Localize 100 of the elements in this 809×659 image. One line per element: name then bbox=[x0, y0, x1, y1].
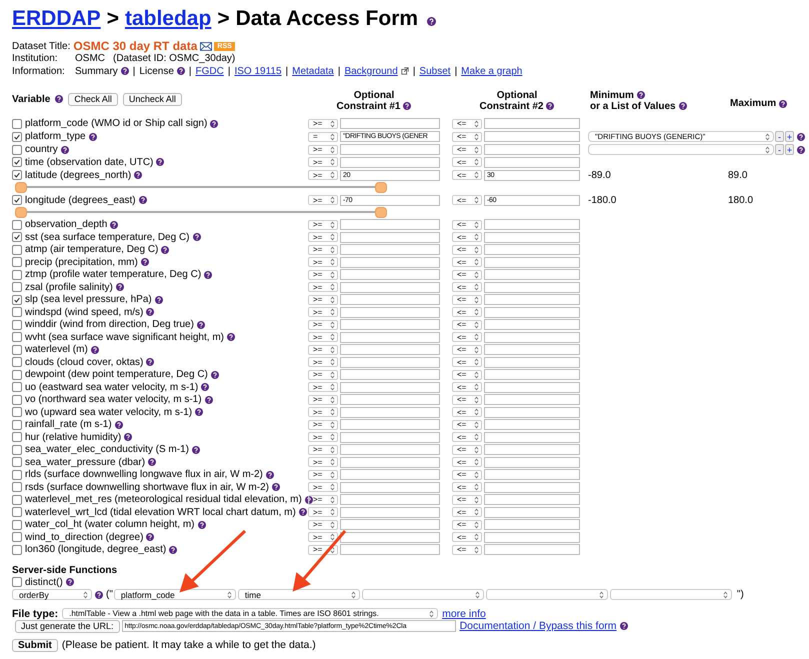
constraint-field[interactable] bbox=[484, 394, 580, 406]
info-link[interactable]: Metadata bbox=[292, 66, 334, 77]
operator-select[interactable]: >= bbox=[308, 370, 338, 380]
constraint-field[interactable] bbox=[484, 419, 580, 430]
constraint-field[interactable] bbox=[484, 369, 580, 380]
operator-select[interactable]: >= bbox=[308, 507, 338, 518]
operator-select[interactable]: <= bbox=[452, 420, 482, 430]
checkbox[interactable] bbox=[12, 382, 22, 392]
checkbox[interactable] bbox=[12, 544, 22, 555]
help-icon[interactable] bbox=[198, 520, 206, 529]
checkbox[interactable] bbox=[12, 470, 22, 480]
operator-select[interactable]: <= bbox=[452, 494, 482, 505]
operator-select[interactable]: >= bbox=[308, 294, 338, 305]
help-icon[interactable] bbox=[226, 333, 235, 342]
constraint-field[interactable] bbox=[484, 118, 580, 130]
breadcrumb-link[interactable]: tabledap bbox=[124, 7, 212, 31]
operator-select[interactable]: <= bbox=[452, 357, 482, 368]
operator-select[interactable]: <= bbox=[452, 170, 482, 180]
constraint-field[interactable] bbox=[484, 544, 580, 556]
checkbox[interactable] bbox=[12, 344, 22, 355]
operator-select[interactable]: <= bbox=[452, 482, 482, 492]
constraint-field[interactable] bbox=[340, 444, 440, 456]
checkbox[interactable] bbox=[12, 370, 22, 380]
help-icon[interactable] bbox=[210, 370, 219, 379]
info-link[interactable]: ISO 19115 bbox=[234, 66, 282, 77]
checkbox[interactable] bbox=[12, 532, 22, 542]
operator-select[interactable]: <= bbox=[452, 520, 482, 530]
checkbox[interactable] bbox=[12, 257, 22, 268]
constraint-field[interactable] bbox=[484, 506, 580, 518]
constraint-field[interactable] bbox=[340, 219, 440, 230]
generate-url-button[interactable]: Just generate the URL: bbox=[15, 620, 120, 633]
operator-select[interactable]: >= bbox=[308, 157, 338, 168]
help-icon[interactable] bbox=[156, 158, 164, 166]
constraint-field[interactable] bbox=[340, 156, 440, 168]
constraint-field[interactable] bbox=[340, 382, 440, 393]
help-icon[interactable] bbox=[148, 458, 156, 466]
slider-handle[interactable] bbox=[15, 207, 27, 218]
constraint-field[interactable] bbox=[340, 306, 440, 318]
more-info-link[interactable]: more info bbox=[442, 608, 486, 620]
constraint-field[interactable] bbox=[484, 219, 580, 230]
checkbox[interactable] bbox=[12, 577, 22, 588]
help-icon[interactable] bbox=[546, 102, 554, 110]
help-icon[interactable] bbox=[196, 320, 205, 329]
help-icon[interactable] bbox=[60, 146, 69, 154]
operator-select[interactable]: <= bbox=[452, 257, 482, 268]
operator-select[interactable]: >= bbox=[308, 520, 338, 530]
plus-button[interactable]: + bbox=[785, 144, 794, 155]
constraint-field[interactable] bbox=[340, 332, 440, 343]
envelope-icon[interactable] bbox=[200, 42, 212, 51]
help-icon[interactable] bbox=[90, 346, 99, 354]
help-icon[interactable] bbox=[678, 102, 687, 110]
help-icon[interactable] bbox=[201, 383, 210, 392]
constraint-field[interactable] bbox=[340, 406, 440, 418]
operator-select[interactable]: <= bbox=[452, 144, 482, 154]
constraint-field[interactable] bbox=[484, 282, 580, 293]
operator-select[interactable]: <= bbox=[452, 470, 482, 480]
help-icon[interactable] bbox=[210, 120, 218, 128]
operator-select[interactable]: <= bbox=[452, 332, 482, 342]
operator-select[interactable]: >= bbox=[308, 407, 338, 418]
operator-select[interactable]: <= bbox=[452, 132, 482, 142]
checkbox[interactable] bbox=[12, 195, 22, 205]
info-link[interactable]: Subset bbox=[419, 66, 451, 77]
constraint-field[interactable] bbox=[484, 382, 580, 393]
function-select[interactable]: orderBy bbox=[12, 589, 92, 600]
operator-select[interactable]: >= bbox=[308, 357, 338, 368]
range-slider[interactable] bbox=[15, 207, 387, 218]
operator-select[interactable]: <= bbox=[452, 307, 482, 318]
operator-select[interactable]: >= bbox=[308, 457, 338, 468]
plus-button[interactable]: + bbox=[785, 131, 794, 142]
operator-select[interactable]: <= bbox=[452, 320, 482, 330]
variable-select[interactable]: time bbox=[238, 589, 360, 600]
help-icon[interactable] bbox=[146, 533, 154, 542]
checkbox[interactable] bbox=[12, 232, 22, 242]
constraint-field[interactable] bbox=[340, 394, 440, 406]
minus-button[interactable]: - bbox=[775, 144, 784, 155]
constraint-field[interactable] bbox=[340, 256, 440, 268]
operator-select[interactable]: >= bbox=[308, 282, 338, 292]
checkbox[interactable] bbox=[12, 482, 22, 492]
help-icon[interactable] bbox=[195, 408, 204, 416]
help-icon[interactable] bbox=[779, 100, 788, 108]
operator-select[interactable]: <= bbox=[452, 220, 482, 230]
constraint-field[interactable] bbox=[484, 232, 580, 243]
constraint-field[interactable] bbox=[484, 131, 580, 142]
checkbox[interactable] bbox=[12, 420, 22, 430]
help-icon[interactable] bbox=[169, 546, 178, 554]
help-icon[interactable] bbox=[272, 483, 280, 492]
help-icon[interactable] bbox=[124, 433, 132, 442]
help-icon[interactable] bbox=[140, 258, 149, 266]
help-icon[interactable] bbox=[204, 270, 212, 279]
help-icon[interactable] bbox=[161, 246, 170, 254]
slider-handle[interactable] bbox=[375, 207, 387, 218]
help-icon[interactable] bbox=[797, 132, 805, 140]
operator-select[interactable]: >= bbox=[308, 320, 338, 330]
constraint-field[interactable] bbox=[340, 269, 440, 280]
constraint-field[interactable] bbox=[484, 306, 580, 318]
constraint-field[interactable] bbox=[340, 519, 440, 530]
checkbox[interactable] bbox=[12, 170, 22, 180]
documentation-link[interactable]: Documentation / Bypass this form bbox=[460, 620, 617, 632]
constraint-field[interactable] bbox=[484, 444, 580, 456]
help-icon[interactable] bbox=[110, 220, 118, 229]
